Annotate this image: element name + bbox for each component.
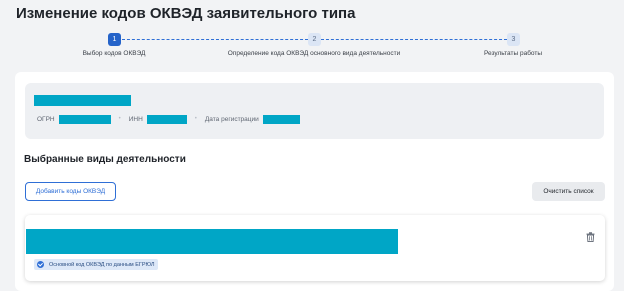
main-card: ОГРН • ИНН • Дата регистрации Выбранные … xyxy=(15,72,614,291)
organization-name-redacted xyxy=(34,95,131,106)
registration-date-redacted xyxy=(262,114,300,124)
step-1-indicator[interactable]: 1 xyxy=(108,33,121,46)
organization-meta: ОГРН • ИНН • Дата регистрации xyxy=(37,114,300,124)
clear-list-button[interactable]: Очистить список xyxy=(532,182,605,201)
step-3-label: Результаты работы xyxy=(483,50,543,57)
organization-info: ОГРН • ИНН • Дата регистрации xyxy=(25,83,604,139)
ogrn-value-redacted xyxy=(58,114,111,124)
main-code-badge-label: Основной код ОКВЭД по данным ЕГРЮЛ xyxy=(49,261,155,268)
step-1-label: Выбор кодов ОКВЭД xyxy=(82,50,146,57)
check-icon xyxy=(37,261,44,268)
trash-icon[interactable] xyxy=(586,232,595,242)
inn-value-redacted xyxy=(146,114,187,124)
registration-date-label: Дата регистрации xyxy=(204,115,259,123)
page-title: Изменение кодов ОКВЭД заявительного типа xyxy=(16,5,356,22)
stepper: 1 Выбор кодов ОКВЭД 2 Определение кода О… xyxy=(0,32,624,62)
step-2-label: Определение кода ОКВЭД основного вида де… xyxy=(227,50,401,57)
okved-name-redacted xyxy=(26,229,398,254)
add-okved-button[interactable]: Добавить коды ОКВЭД xyxy=(25,182,116,201)
inn-label: ИНН xyxy=(128,115,143,123)
list-item: Основной код ОКВЭД по данным ЕГРЮЛ xyxy=(25,215,605,281)
main-code-badge: Основной код ОКВЭД по данным ЕГРЮЛ xyxy=(34,259,159,270)
step-2-indicator: 2 xyxy=(308,33,321,46)
meta-separator: • xyxy=(194,116,197,122)
stepper-connector xyxy=(122,39,308,40)
meta-separator: • xyxy=(118,116,121,122)
section-title: Выбранные виды деятельности xyxy=(24,154,186,165)
step-3-indicator: 3 xyxy=(507,33,520,46)
ogrn-label: ОГРН xyxy=(37,115,55,123)
stepper-connector xyxy=(321,39,507,40)
